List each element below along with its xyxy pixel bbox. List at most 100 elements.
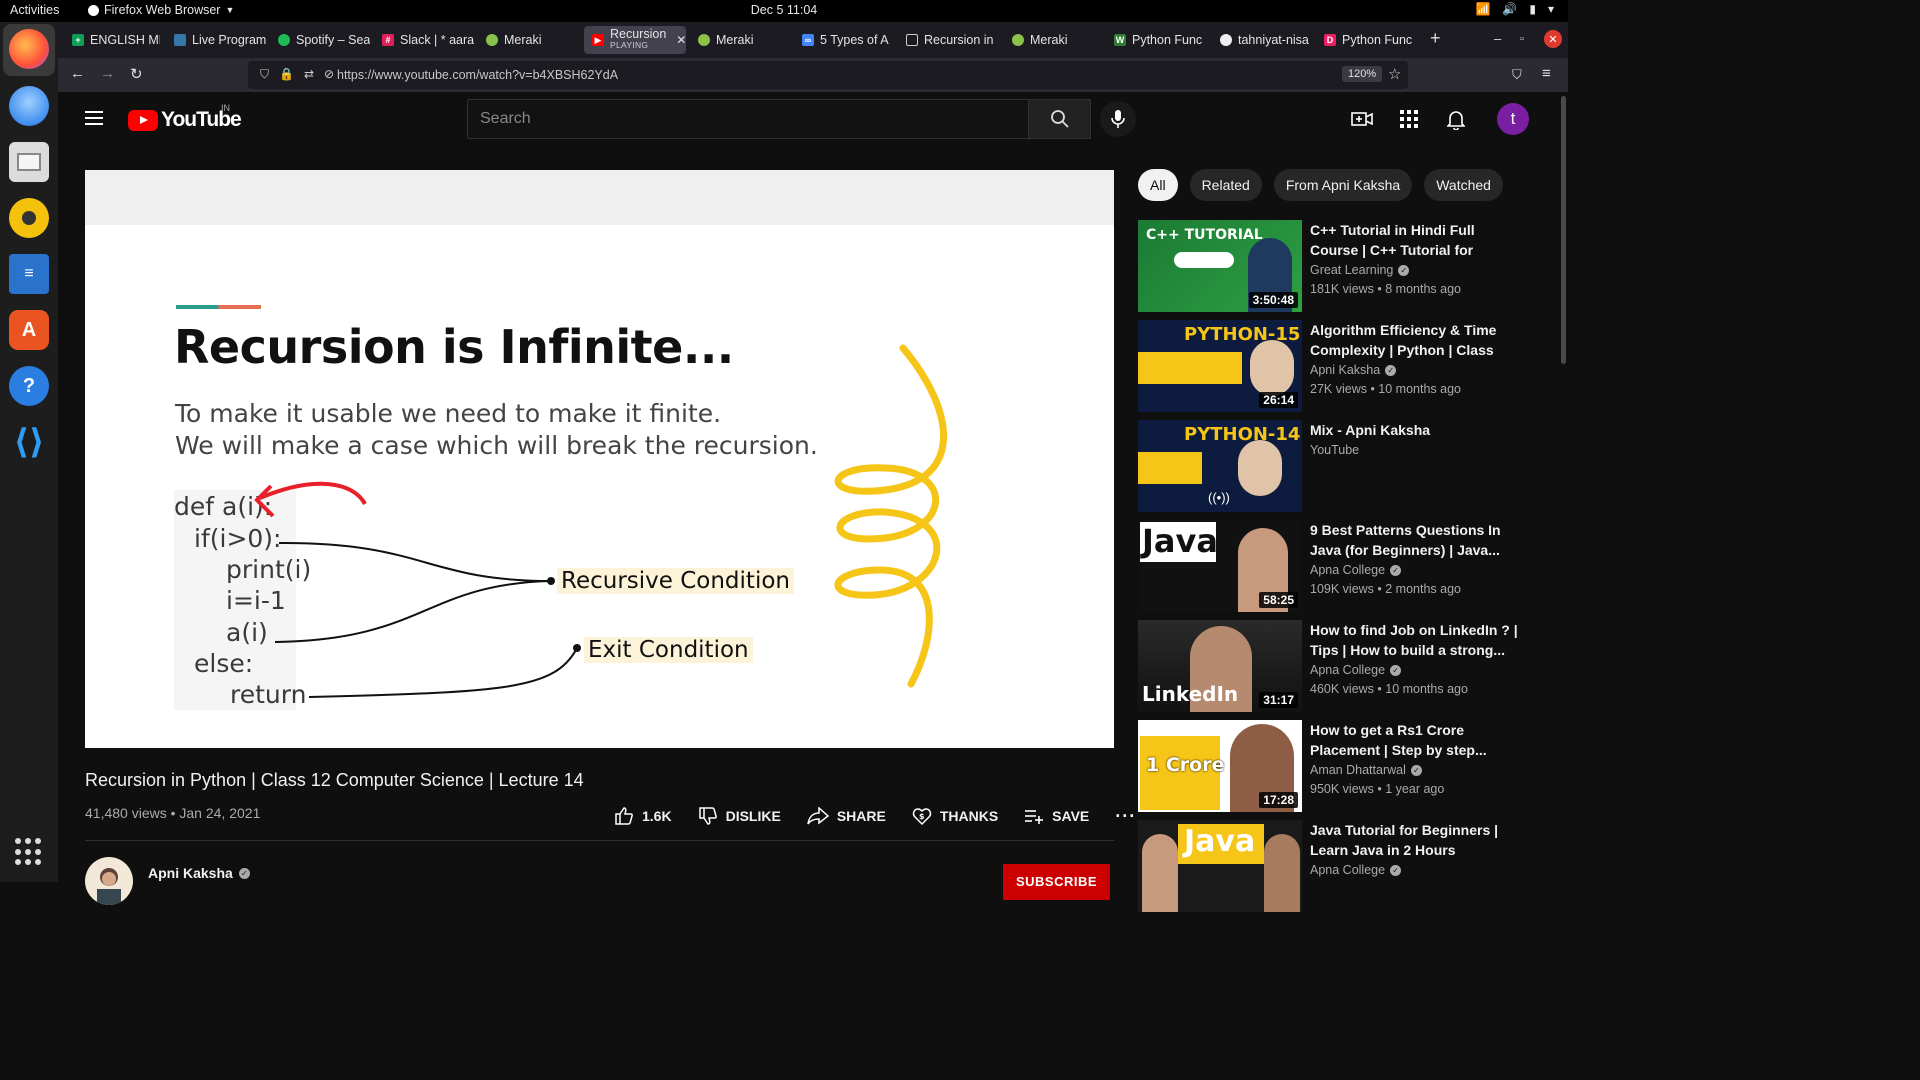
dislike-button[interactable]: DISLIKE: [698, 806, 781, 826]
notifications-button[interactable]: [1444, 107, 1468, 131]
tab-meraki-2[interactable]: Meraki: [690, 26, 790, 54]
video-player[interactable]: Recursion is Infinite... To make it usab…: [85, 170, 1114, 748]
help-dock-icon[interactable]: ?: [9, 366, 49, 406]
recommendation-title[interactable]: Java Tutorial for Beginners | Learn Java…: [1310, 820, 1520, 860]
recommendation-title[interactable]: 9 Best Patterns Questions In Java (for B…: [1310, 520, 1520, 560]
like-button[interactable]: 1.6K: [614, 806, 672, 826]
writer-dock-icon[interactable]: ≡: [9, 254, 49, 294]
recommendation-title[interactable]: How to get a Rs1 Crore Placement | Step …: [1310, 720, 1520, 760]
video-thumbnail[interactable]: Java: [1138, 820, 1302, 912]
tab-python-func-1[interactable]: W Python Func: [1106, 26, 1210, 54]
files-dock-icon[interactable]: [9, 142, 49, 182]
tab-5-types[interactable]: ∞ 5 Types of A: [794, 26, 894, 54]
show-apps-icon[interactable]: [15, 838, 43, 866]
new-tab-icon[interactable]: +: [1430, 28, 1441, 49]
tab-english[interactable]: + ENGLISH ME: [64, 26, 160, 54]
connector-if: [278, 541, 552, 582]
vscode-dock-icon[interactable]: ⟨⟩: [9, 422, 49, 462]
firefox-dock-icon[interactable]: [9, 29, 49, 69]
video-thumbnail[interactable]: 1 Crore 17:28: [1138, 720, 1302, 812]
recommendation-channel[interactable]: Apna College ✓: [1310, 863, 1402, 877]
tab-recursion-playing[interactable]: ▶ Recursion PLAYING ✕: [584, 26, 686, 54]
search-button[interactable]: [1028, 99, 1091, 139]
autoplay-blocked-icon[interactable]: ⊘: [324, 67, 334, 82]
tab-github[interactable]: tahniyat-nisa: [1212, 26, 1316, 54]
video-thumbnail[interactable]: C++ TUTORIAL 3:50:48: [1138, 220, 1302, 312]
recommendation-title[interactable]: How to find Job on LinkedIn ? | Tips | H…: [1310, 620, 1520, 660]
restore-icon[interactable]: ▫: [1520, 33, 1524, 45]
video-camera-plus-icon: [1351, 112, 1373, 126]
activities-button[interactable]: Activities: [10, 3, 59, 17]
video-title: Recursion in Python | Class 12 Computer …: [85, 770, 584, 790]
chip-watched[interactable]: Watched: [1424, 169, 1503, 201]
forward-icon[interactable]: →: [100, 65, 115, 82]
tab-meraki-3[interactable]: Meraki: [1004, 26, 1104, 54]
tab-python-func-2[interactable]: D Python Func: [1316, 26, 1420, 54]
thunderbird-dock-icon[interactable]: [9, 86, 49, 126]
url-bar[interactable]: ⛉ 🔒 ⇄ ⊘ https://www.youtube.com/watch?v=…: [248, 61, 1408, 89]
subscribe-button[interactable]: SUBSCRIBE: [1003, 864, 1110, 900]
search-input[interactable]: [468, 100, 1028, 138]
scrollbar-thumb[interactable]: [1561, 96, 1566, 364]
create-video-button[interactable]: [1350, 107, 1374, 131]
tab-spotify[interactable]: Spotify – Sea: [270, 26, 370, 54]
app-menu-icon[interactable]: ≡: [1542, 65, 1551, 82]
voice-search-button[interactable]: [1100, 101, 1136, 137]
reload-icon[interactable]: ↻: [130, 65, 143, 83]
minimize-icon[interactable]: –: [1494, 31, 1501, 46]
recommendation-channel[interactable]: YouTube: [1310, 443, 1359, 457]
more-actions-button[interactable]: ···: [1115, 806, 1136, 827]
recommendation-title[interactable]: C++ Tutorial in Hindi Full Course | C++ …: [1310, 220, 1520, 260]
page-scrollbar[interactable]: [1559, 92, 1568, 882]
recommendation-channel[interactable]: Apna College ✓: [1310, 563, 1402, 577]
back-icon[interactable]: ←: [70, 65, 85, 82]
recommendation-channel[interactable]: Great Learning ✓: [1310, 263, 1410, 277]
recommendation-item[interactable]: C++ TUTORIAL 3:50:48 C++ Tutorial in Hin…: [1138, 220, 1538, 312]
video-thumbnail[interactable]: Java 58:25: [1138, 520, 1302, 612]
lock-icon[interactable]: 🔒: [279, 67, 294, 82]
recommendation-item[interactable]: 1 Crore 17:28 How to get a Rs1 Crore Pla…: [1138, 720, 1538, 812]
recommendation-item[interactable]: Java 58:25 9 Best Patterns Questions In …: [1138, 520, 1538, 612]
recommendation-item[interactable]: PYTHON-15 26:14 Algorithm Efficiency & T…: [1138, 320, 1538, 412]
chip-from-channel[interactable]: From Apni Kaksha: [1273, 169, 1413, 201]
chip-related[interactable]: Related: [1189, 169, 1262, 201]
url-text[interactable]: https://www.youtube.com/watch?v=b4XBSH62…: [337, 68, 618, 82]
recommendation-item[interactable]: LinkedIn 31:17 How to find Job on Linked…: [1138, 620, 1538, 712]
guide-menu-icon[interactable]: [85, 111, 103, 125]
bookmark-star-icon[interactable]: ☆: [1388, 65, 1401, 83]
chip-all[interactable]: All: [1138, 169, 1178, 201]
tab-live-program[interactable]: Live Program: [166, 26, 266, 54]
rhythmbox-dock-icon[interactable]: [9, 198, 49, 238]
thanks-button[interactable]: $ THANKS: [912, 806, 998, 826]
software-dock-icon[interactable]: A: [9, 310, 49, 350]
video-thumbnail[interactable]: LinkedIn 31:17: [1138, 620, 1302, 712]
zoom-level-button[interactable]: 120%: [1342, 66, 1383, 82]
close-window-icon[interactable]: ✕: [1544, 30, 1562, 48]
save-button[interactable]: SAVE: [1024, 808, 1089, 824]
system-tray[interactable]: 📶 🔊 ▮ ▾: [1475, 2, 1554, 16]
channel-avatar[interactable]: [85, 857, 133, 905]
app-menu[interactable]: Firefox Web Browser ▼: [88, 3, 234, 17]
recommendation-item[interactable]: PYTHON-14 ((•)) Mix - Apni Kaksha YouTub…: [1138, 420, 1538, 512]
recommendation-title[interactable]: Mix - Apni Kaksha: [1310, 420, 1520, 440]
channel-name[interactable]: Apni Kaksha ✓: [148, 865, 250, 881]
account-avatar[interactable]: t: [1497, 103, 1529, 135]
permissions-icon[interactable]: ⇄: [304, 67, 314, 82]
close-tab-icon[interactable]: ✕: [676, 33, 686, 47]
share-button[interactable]: SHARE: [807, 807, 886, 825]
pocket-icon[interactable]: ⛉: [1512, 67, 1522, 83]
tab-meraki-1[interactable]: Meraki: [478, 26, 578, 54]
shield-icon[interactable]: ⛉: [260, 67, 269, 82]
tab-strip: + ENGLISH ME Live Program Spotify – Sea #…: [58, 22, 1568, 58]
recommendation-item[interactable]: Java Java Tutorial for Beginners | Learn…: [1138, 820, 1538, 912]
tab-recursion-in[interactable]: Recursion in: [898, 26, 998, 54]
video-thumbnail[interactable]: PYTHON-14 ((•)): [1138, 420, 1302, 512]
recommendation-channel[interactable]: Apna College ✓: [1310, 663, 1402, 677]
clock[interactable]: Dec 5 11:04: [0, 3, 1568, 17]
apps-button[interactable]: [1397, 107, 1421, 131]
recommendation-title[interactable]: Algorithm Efficiency & Time Complexity |…: [1310, 320, 1520, 360]
video-thumbnail[interactable]: PYTHON-15 26:14: [1138, 320, 1302, 412]
recommendation-channel[interactable]: Apni Kaksha ✓: [1310, 363, 1397, 377]
tab-slack[interactable]: # Slack | * aara: [374, 26, 474, 54]
recommendation-channel[interactable]: Aman Dhattarwal ✓: [1310, 763, 1422, 777]
